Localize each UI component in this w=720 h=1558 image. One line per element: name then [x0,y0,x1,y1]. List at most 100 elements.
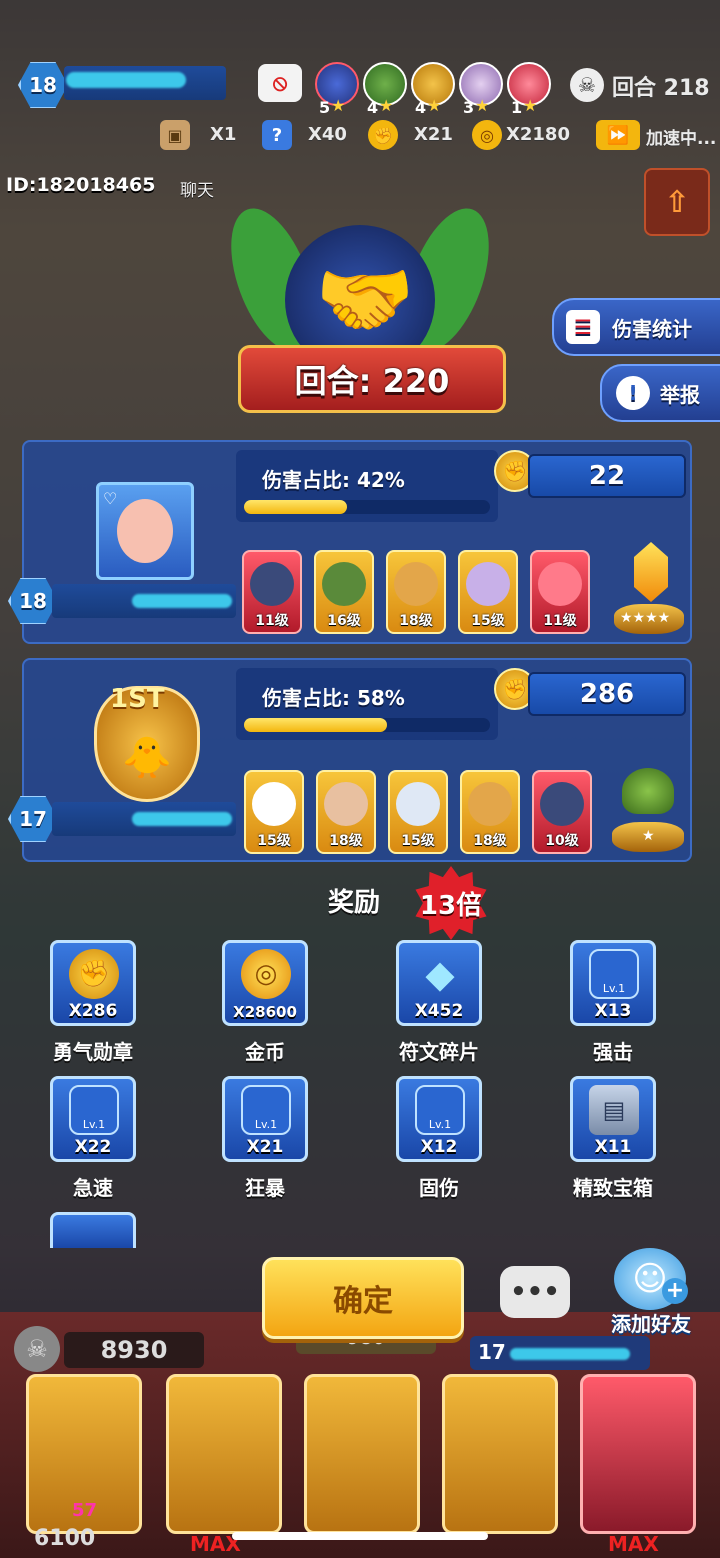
reward-qty: X13 [594,1001,632,1021]
confirm-button[interactable]: 确定 [262,1257,464,1339]
hero-level: 10级 [545,833,579,849]
reward-item[interactable] [50,1212,136,1248]
add-friend-button[interactable]: ☺ + 添加好友 [596,1248,706,1338]
reward-item[interactable]: Lv.1 X13 [570,940,656,1026]
duck-icon: 🐥 [122,735,172,781]
hero-card[interactable]: 15级 [388,770,448,854]
reward-item[interactable]: ✊ X286 [50,940,136,1026]
first-place-badge: 1ST 🐥 [86,680,202,810]
reward-label: 固伤 [419,1176,459,1200]
item-4-count: X2180 [506,124,570,145]
hero-card[interactable]: 15级 [458,550,518,634]
helmet-trophy: ★ [612,768,684,858]
hero-slot[interactable] [304,1374,420,1534]
damage-bar-fill [244,718,387,732]
reward-label: 狂暴 [245,1176,285,1200]
hero-card[interactable]: 18级 [386,550,446,634]
opponent-bar: 17 [470,1336,650,1370]
medal-icon: ✊ [368,120,398,150]
reward-label: 精致宝箱 [573,1176,653,1200]
damage-share-label: 伤害占比: 58% [262,686,405,710]
damage-bar [244,500,490,514]
player-name-bar [52,802,236,836]
opponent-level: 17 [478,1340,506,1364]
hero-card[interactable]: 16级 [314,550,374,634]
player-name-bar [52,584,236,618]
heart-icon: ♡ [103,489,118,508]
hero-level: 15级 [257,833,291,849]
item-3-count: X21 [414,124,453,145]
upgrade-arrow-icon[interactable]: ⇧ [644,168,710,236]
reward-label: 勇气勋章 [53,1040,133,1064]
hero-slot[interactable] [166,1374,282,1534]
medal-icon: ✊ [69,949,119,999]
hero-card[interactable]: 18级 [460,770,520,854]
rune-icon: Lv.1 [69,1085,119,1135]
reward-item[interactable]: ▤ X11 [570,1076,656,1162]
player-id: ID:182018465 [6,174,156,196]
hero-card[interactable]: 11级 [242,550,302,634]
hero-slot[interactable] [442,1374,558,1534]
hero-portrait [322,562,366,606]
item-counters: ▣ X1 ? X40 ✊ X21 ◎ X2180 [160,120,590,154]
reward-qty: X286 [68,1001,118,1021]
star-icon: ★ [331,96,346,115]
avatar[interactable]: ♡ [96,482,194,580]
star-icon: ★★★★ [620,610,671,626]
bottom-hero-bar: ☠ 8930 980 17 57 6100 MAX MAX [0,1312,720,1558]
chat-bubble-icon[interactable]: ••• [500,1266,570,1318]
level-badge: 18 [18,62,68,108]
avatar-face [117,499,173,563]
chat-label[interactable]: 聊天 [180,176,214,201]
hero-level: 15级 [471,613,505,629]
gem-trophy: ★★★★ [614,542,684,638]
home-indicator [232,1532,488,1540]
fast-forward-icon[interactable]: ⏩ [596,120,640,150]
hero-3-stars: 4 [415,98,427,117]
damage-stats-button[interactable]: ☰ 伤害统计 [552,298,720,356]
name-redaction [132,812,232,826]
reward-qty: X11 [594,1137,632,1157]
damage-box: 伤害占比: 42% [236,450,498,522]
reward-item[interactable]: ◎ X28600 [222,940,308,1026]
name-redaction [66,72,186,88]
reward-qty: X28600 [233,1003,297,1021]
handshake-icon: 🤝 [315,253,415,346]
hero-1-stars: 5 [319,98,331,117]
hero-portrait [538,562,582,606]
reward-item[interactable]: Lv.1 X21 [222,1076,308,1162]
block-icon[interactable]: ⦸ [258,64,302,102]
reward-label: 金币 [245,1040,285,1064]
item-2-count: X40 [308,124,347,145]
max-label: MAX [608,1532,659,1556]
hero-card[interactable]: 11级 [530,550,590,634]
hero-portrait [394,562,438,606]
hero-portrait [250,562,294,606]
star-icon: ★ [642,828,655,844]
hero-slot[interactable] [580,1374,696,1534]
score-box: 22 [528,454,686,498]
coin-counter: 8930 [64,1332,204,1368]
hero-level: 18级 [399,613,433,629]
report-button[interactable]: ! 举报 [600,364,720,422]
item-1-count: X1 [210,124,237,145]
hero-card[interactable]: 10级 [532,770,592,854]
hero-card[interactable]: 18级 [316,770,376,854]
rewards-title: 奖励 [328,888,381,918]
rune-level-tag: Lv.1 [82,1118,106,1131]
skull-icon: ☠ [570,68,604,102]
add-friend-label: 添加好友 [611,1312,691,1336]
hud-hero-row: 5 ★ 4 ★ 4 ★ 3 ★ 1 ★ [315,62,551,117]
player-panel-2: 1ST 🐥 17 伤害占比: 58% ✊ 286 15级 18级 15级 18级… [8,658,692,862]
hero-2-stars: 4 [367,98,379,117]
hero-portrait [324,782,368,826]
reward-item[interactable]: Lv.1 X22 [50,1076,136,1162]
reward-item[interactable]: ◆ X452 [396,940,482,1026]
reward-grid: ✊ X286 勇气勋章 ◎ X28600 金币 ◆ X452 符文碎片 Lv.1… [0,936,720,1248]
chest-icon: ▤ [589,1085,639,1135]
hero-card[interactable]: 15级 [244,770,304,854]
gem-icon [634,542,668,602]
damage-share-label: 伤害占比: 42% [262,468,405,492]
reward-item[interactable]: Lv.1 X12 [396,1076,482,1162]
hero-level: 15级 [401,833,435,849]
